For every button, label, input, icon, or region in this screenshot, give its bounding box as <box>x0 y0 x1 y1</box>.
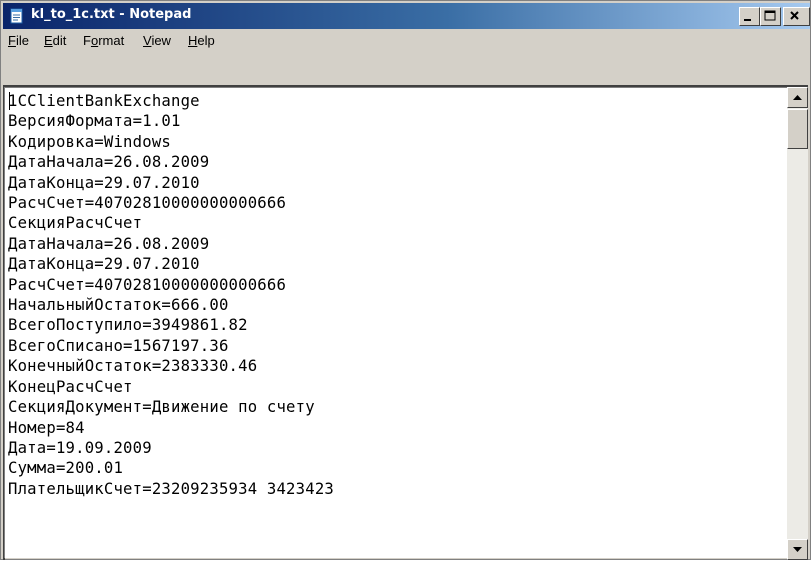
menu-format[interactable]: Format <box>83 33 124 48</box>
text-editor[interactable]: 1CClientBankExchange ВерсияФормата=1.01 Ко… <box>4 87 787 558</box>
close-icon <box>790 11 799 20</box>
menu-file[interactable]: File <box>8 33 29 48</box>
menu-edit[interactable]: Edit <box>44 33 66 48</box>
text-caret <box>9 92 10 110</box>
arrow-up-icon <box>793 95 802 100</box>
text-line[interactable]: ДатаКонца=29.07.2010 <box>8 254 334 274</box>
title-bar[interactable]: kl_to_1c.txt - Notepad <box>3 3 810 29</box>
document-text[interactable]: 1CClientBankExchange ВерсияФормата=1.01 Ко… <box>8 91 334 499</box>
text-line[interactable]: РасчСчет=40702810000000000666 <box>8 193 334 213</box>
text-line[interactable]: Сумма=200.01 <box>8 458 334 478</box>
scroll-up-button[interactable] <box>787 87 808 108</box>
scroll-thumb[interactable] <box>787 109 808 149</box>
text-line[interactable]: РасчСчет=40702810000000000666 <box>8 275 334 295</box>
vertical-scrollbar[interactable] <box>787 87 808 560</box>
text-line[interactable]: 1CClientBankExchange <box>8 91 334 111</box>
minimize-button[interactable] <box>739 7 760 26</box>
text-line[interactable]: ДатаНачала=26.08.2009 <box>8 152 334 172</box>
maximize-button[interactable] <box>760 7 781 26</box>
text-line[interactable]: ДатаНачала=26.08.2009 <box>8 234 334 254</box>
notepad-icon <box>10 8 23 24</box>
text-line[interactable]: НачальныйОстаток=666.00 <box>8 295 334 315</box>
arrow-down-icon <box>793 547 802 552</box>
text-line[interactable]: ДатаКонца=29.07.2010 <box>8 173 334 193</box>
text-line[interactable]: ВсегоСписано=1567197.36 <box>8 336 334 356</box>
minimize-icon <box>744 19 751 21</box>
text-line[interactable]: ВсегоПоступило=3949861.82 <box>8 315 334 335</box>
text-line[interactable]: ВерсияФормата=1.01 <box>8 111 334 131</box>
window-title: kl_to_1c.txt - Notepad <box>31 7 192 22</box>
text-line[interactable]: Номер=84 <box>8 418 334 438</box>
menu-view[interactable]: View <box>143 33 171 48</box>
text-line[interactable]: Кодировка=Windows <box>8 132 334 152</box>
maximize-icon <box>764 10 776 21</box>
text-line[interactable]: СекцияДокумент=Движение по счету <box>8 397 334 417</box>
scroll-down-button[interactable] <box>787 539 808 560</box>
text-line[interactable]: Дата=19.09.2009 <box>8 438 334 458</box>
close-button[interactable] <box>783 7 810 26</box>
text-line[interactable]: ПлательщикСчет=23209235934 3423423 <box>8 479 334 499</box>
menu-bar: File Edit Format View Help <box>3 30 810 54</box>
text-line[interactable]: СекцияРасчСчет <box>8 213 334 233</box>
text-line[interactable]: КонецРасчСчет <box>8 377 334 397</box>
text-line[interactable]: КонечныйОстаток=2383330.46 <box>8 356 334 376</box>
menu-help[interactable]: Help <box>188 33 215 48</box>
